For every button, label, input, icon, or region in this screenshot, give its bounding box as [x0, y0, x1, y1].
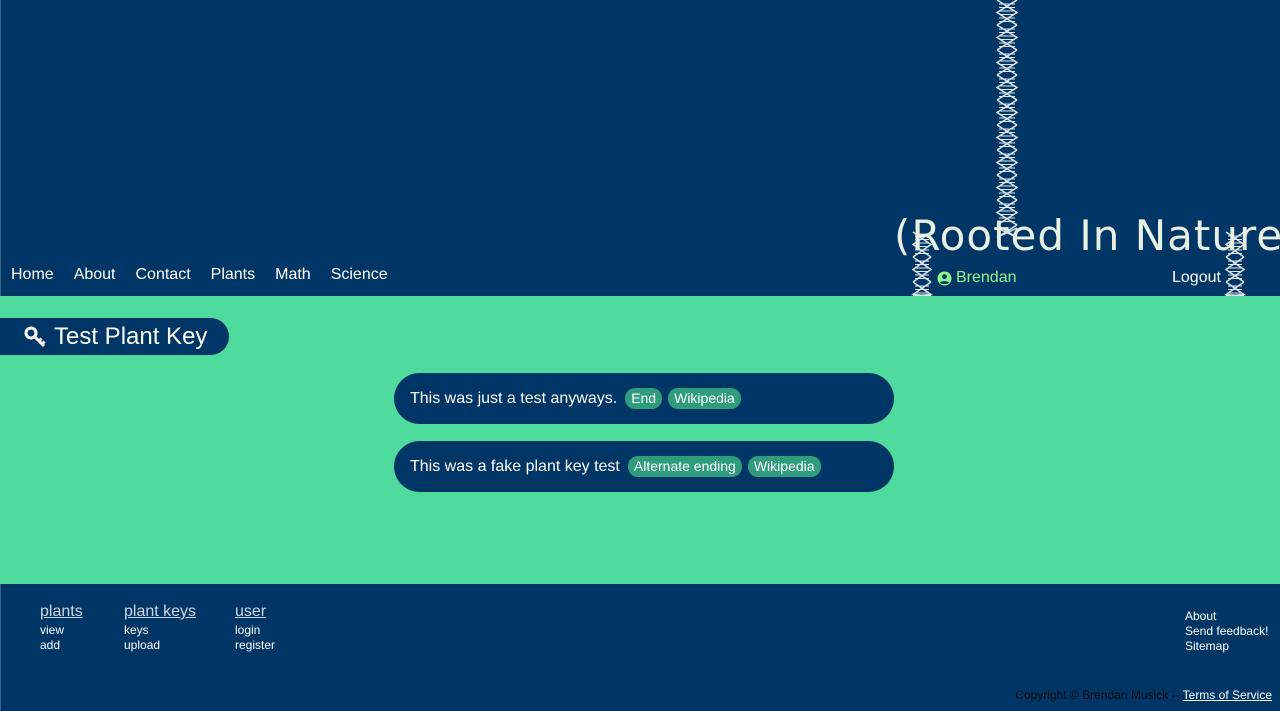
- footer-heading-plant-keys[interactable]: plant keys: [124, 603, 196, 621]
- nav-science[interactable]: Science: [331, 266, 388, 284]
- footer-link-register[interactable]: register: [235, 638, 275, 653]
- terms-link[interactable]: Terms of Service: [1183, 688, 1272, 702]
- footer-link-view[interactable]: view: [40, 623, 83, 638]
- main-nav: Home About Contact Plants Math Science: [11, 266, 388, 284]
- site-footer: plants view add plant keys keys upload u…: [0, 584, 1280, 711]
- site-logo[interactable]: (Rooted In Nature)2: [894, 212, 1280, 266]
- footer-link-feedback[interactable]: Send feedback!: [1185, 624, 1268, 639]
- footer-link-add[interactable]: add: [40, 638, 83, 653]
- footer-link-about[interactable]: About: [1185, 609, 1268, 624]
- footer-heading-user[interactable]: user: [235, 603, 275, 621]
- user-circle-icon: [937, 270, 952, 286]
- footer-link-upload[interactable]: upload: [124, 638, 196, 653]
- nav-plants[interactable]: Plants: [211, 266, 255, 284]
- key-option-text: This was a fake plant key test: [410, 457, 620, 475]
- footer-right-links: About Send feedback! Sitemap: [1185, 609, 1268, 654]
- site-header: (Rooted In Nature)2 Home About Contact P…: [0, 0, 1280, 296]
- footer-heading-plants[interactable]: plants: [40, 603, 83, 621]
- page-title-text: Test Plant Key: [54, 322, 208, 350]
- page-title: Test Plant Key: [0, 318, 229, 355]
- footer-link-login[interactable]: login: [235, 623, 275, 638]
- footer-link-sitemap[interactable]: Sitemap: [1185, 639, 1268, 654]
- tag-link[interactable]: End: [625, 388, 663, 409]
- footer-column-plants: plants view add: [40, 603, 83, 653]
- nav-math[interactable]: Math: [275, 266, 311, 284]
- nav-about[interactable]: About: [74, 266, 116, 284]
- key-icon: [24, 326, 46, 347]
- footer-column-plant-keys: plant keys keys upload: [124, 603, 196, 653]
- main-content: Test Plant Key This was just a test anyw…: [0, 296, 1280, 584]
- footer-column-user: user login register: [235, 603, 275, 653]
- user-profile-link[interactable]: Brendan: [937, 269, 1017, 287]
- key-option-card: This was a fake plant key test Alternate…: [394, 441, 894, 492]
- key-option-card: This was just a test anyways. End Wikipe…: [394, 373, 894, 424]
- wikipedia-link[interactable]: Wikipedia: [668, 388, 741, 409]
- wikipedia-link[interactable]: Wikipedia: [747, 456, 821, 477]
- key-option-text: This was just a test anyways.: [410, 389, 618, 407]
- footer-link-keys[interactable]: keys: [124, 623, 196, 638]
- copyright-text: Copyright © Brendan Musick --: [1015, 688, 1180, 702]
- copyright: Copyright © Brendan Musick -- Terms of S…: [1015, 688, 1272, 702]
- nav-contact[interactable]: Contact: [136, 266, 191, 284]
- nav-home[interactable]: Home: [11, 266, 54, 284]
- tag-link[interactable]: Alternate ending: [627, 456, 742, 477]
- logout-link[interactable]: Logout: [1172, 269, 1221, 287]
- user-name: Brendan: [956, 269, 1017, 286]
